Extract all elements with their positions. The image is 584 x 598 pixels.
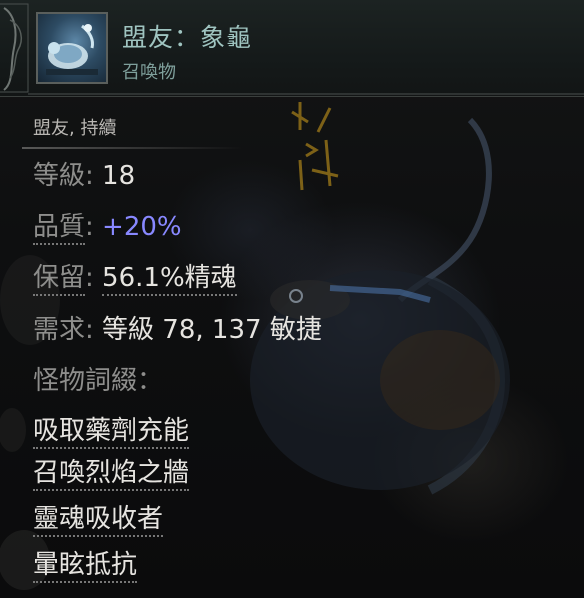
modifier-item: 召喚烈焰之牆 — [33, 457, 190, 491]
stat-level-value: 18 — [102, 161, 136, 191]
stat-reservation-sep: : — [85, 263, 103, 293]
modifiers-heading: 怪物詞綴： — [33, 366, 164, 396]
stat-quality-sep: : — [85, 212, 103, 242]
divider — [22, 147, 242, 149]
modifier-item: 暈眩抵抗 — [33, 549, 138, 583]
gem-tags: 盟友, 持續 — [33, 118, 117, 139]
turtle-minion-portrait-icon — [36, 12, 108, 84]
modifier-item-text[interactable]: 召喚烈焰之牆 — [33, 458, 190, 491]
stat-quality: 品質: +20% — [33, 211, 182, 245]
stat-level: 等級: 18 — [33, 160, 135, 192]
minion-title: 盟友：象龜 — [122, 23, 253, 52]
tooltip-header: 盟友：象龜 召喚物 — [0, 0, 584, 97]
stat-quality-label[interactable]: 品質 — [33, 212, 86, 245]
stat-requirements-value: 等級 78, 137 敏捷 — [102, 315, 322, 345]
stat-quality-value: +20% — [102, 212, 182, 242]
stat-reservation: 保留: 56.1%精魂 — [33, 262, 237, 296]
stat-reservation-value[interactable]: 56.1%精魂 — [102, 263, 237, 296]
stat-level-sep: : — [85, 161, 103, 191]
item-tooltip: 盟友：象龜 召喚物 盟友, 持續 等級: 18 品質: +20% 保留: 56.… — [0, 0, 584, 598]
modifier-item-text[interactable]: 暈眩抵抗 — [33, 550, 138, 583]
rune-glyph-icon — [291, 102, 339, 191]
stat-reservation-label[interactable]: 保留 — [33, 263, 86, 296]
stat-requirements-sep: : — [85, 315, 103, 345]
modifier-item-text[interactable]: 靈魂吸收者 — [33, 504, 164, 537]
modifier-item: 靈魂吸收者 — [33, 503, 164, 537]
minion-subtitle: 召喚物 — [122, 62, 176, 83]
modifier-item: 吸取藥劑充能 — [33, 415, 190, 449]
stat-level-label: 等級 — [33, 161, 86, 191]
stat-requirements-label: 需求 — [33, 315, 86, 345]
stat-requirements: 需求: 等級 78, 137 敏捷 — [33, 314, 322, 346]
modifier-item-text[interactable]: 吸取藥劑充能 — [33, 416, 190, 449]
